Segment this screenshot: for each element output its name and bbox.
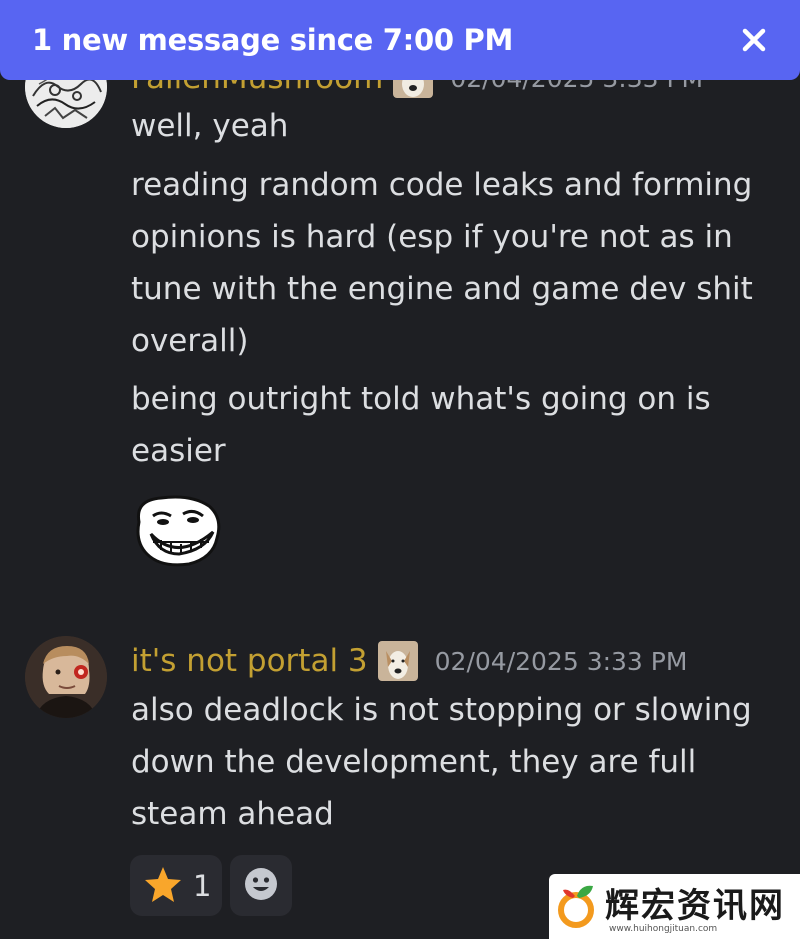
new-messages-banner[interactable]: 1 new message since 7:00 PM [0, 0, 800, 80]
avatar[interactable] [25, 636, 107, 718]
message-line: being outright told what's going on is [131, 381, 711, 417]
message-line: easier [131, 433, 226, 469]
watermark-url: www.huihongjituan.com [609, 924, 718, 934]
trollface-emoji[interactable] [131, 492, 223, 568]
watermark: 辉宏资讯网 www.huihongjituan.com [549, 874, 800, 939]
close-icon[interactable] [736, 22, 772, 58]
new-messages-text[interactable]: 1 new message since 7:00 PM [32, 23, 513, 57]
message-line: well, yeah [131, 108, 289, 144]
message-line: down the development, they are full [131, 744, 697, 780]
message-line: reading random code leaks and forming [131, 167, 753, 203]
message-line: tune with the engine and game dev shit [131, 271, 753, 307]
reaction-count: 1 [193, 868, 212, 903]
star-icon [143, 864, 183, 908]
watermark-title: 辉宏资讯网 [605, 886, 785, 926]
add-reaction-icon [243, 866, 279, 906]
timestamp: 02/04/2025 3:33 PM [434, 646, 688, 676]
message-line: opinions is hard (esp if you're not as i… [131, 219, 733, 255]
message-header: it's not portal 3 02/04/2025 3:33 PM [131, 641, 687, 681]
add-reaction-button[interactable] [230, 855, 292, 916]
username[interactable]: it's not portal 3 [131, 643, 368, 679]
message-line: steam ahead [131, 796, 334, 832]
reaction-star[interactable]: 1 [130, 855, 222, 916]
message-line: also deadlock is not stopping or slowing [131, 692, 752, 728]
role-icon [377, 641, 418, 681]
message-line: overall) [131, 323, 249, 359]
orange-logo-icon [555, 882, 601, 928]
